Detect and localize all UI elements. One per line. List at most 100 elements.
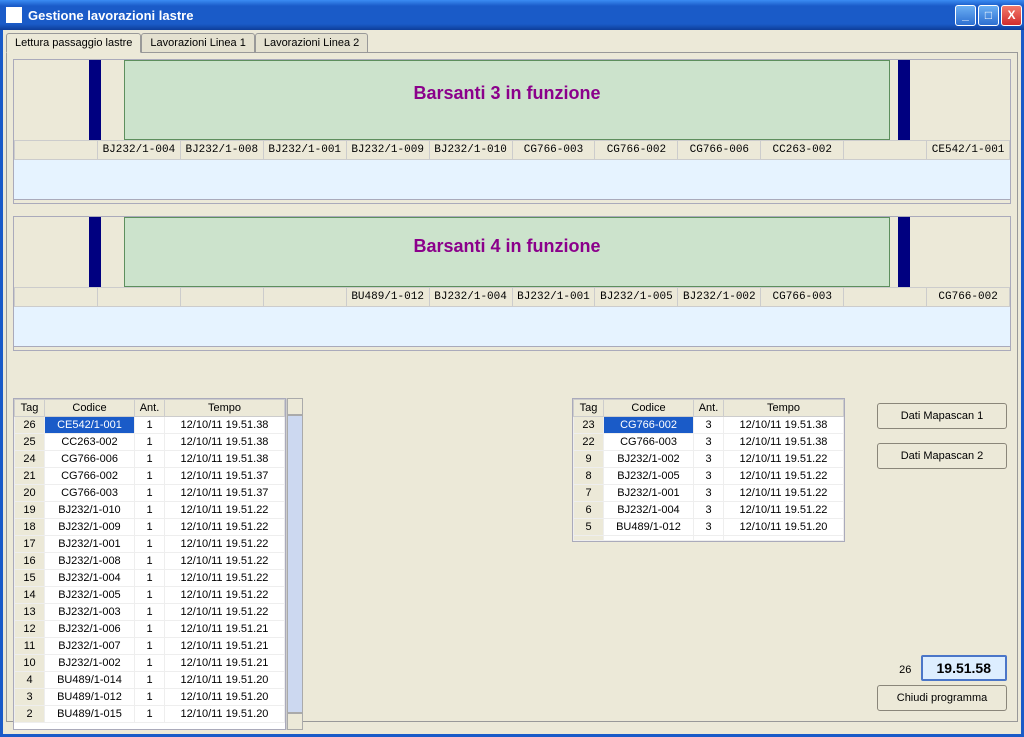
col-ant[interactable]: Ant. [694, 400, 724, 417]
close-button[interactable]: X [1001, 5, 1022, 26]
cell-tempo: 12/10/11 19.51.20 [165, 706, 285, 723]
table-row[interactable]: 3BU489/1-012112/10/11 19.51.20 [15, 689, 285, 706]
table-row[interactable]: 11BJ232/1-007112/10/11 19.51.21 [15, 638, 285, 655]
grid-left-wrap: Tag Codice Ant. Tempo 26CE542/1-001112/1… [13, 398, 303, 730]
table-row[interactable]: 25CC263-002112/10/11 19.51.38 [15, 434, 285, 451]
cell-codice: BJ232/1-005 [45, 587, 135, 604]
col-codice[interactable]: Codice [604, 400, 694, 417]
cell-codice: BU489/1-014 [45, 672, 135, 689]
col-codice[interactable]: Codice [45, 400, 135, 417]
cell-codice: BJ232/1-005 [604, 468, 694, 485]
table-row[interactable]: 18BJ232/1-009112/10/11 19.51.22 [15, 519, 285, 536]
table-row[interactable]: 7BJ232/1-001312/10/11 19.51.22 [574, 485, 844, 502]
cell-ant: 3 [694, 502, 724, 519]
conveyor-barsanti4: Barsanti 4 in funzione BU489/1-012BJ232/… [13, 216, 1011, 351]
slab-slot: BJ232/1-001 [264, 141, 347, 159]
cell-tag: 26 [15, 417, 45, 434]
scroll-down-icon[interactable] [287, 713, 303, 730]
table-row[interactable]: 2BU489/1-015112/10/11 19.51.20 [15, 706, 285, 723]
scroll-up-icon[interactable] [287, 398, 303, 415]
dati-mapascan-1-button[interactable]: Dati Mapascan 1 [877, 403, 1007, 429]
table-row[interactable] [574, 536, 844, 541]
cell-tag: 12 [15, 621, 45, 638]
cell-tempo: 12/10/11 19.51.38 [165, 417, 285, 434]
table-row[interactable]: 4BU489/1-014112/10/11 19.51.20 [15, 672, 285, 689]
cell-codice: CG766-003 [45, 485, 135, 502]
scroll-thumb[interactable] [287, 415, 303, 713]
minimize-button[interactable]: _ [955, 5, 976, 26]
cell-ant: 3 [694, 485, 724, 502]
post-icon [89, 60, 101, 140]
tab-linea2[interactable]: Lavorazioni Linea 2 [255, 33, 368, 53]
grid-left[interactable]: Tag Codice Ant. Tempo 26CE542/1-001112/1… [14, 399, 285, 723]
cell-ant [694, 536, 724, 541]
post-icon [898, 60, 910, 140]
cell-tag: 13 [15, 604, 45, 621]
tab-page-lettura: Barsanti 3 in funzione BJ232/1-004 BJ232/… [6, 52, 1018, 722]
slab-slot: BJ232/1-005 [595, 288, 678, 306]
cell-tag: 10 [15, 655, 45, 672]
col-ant[interactable]: Ant. [135, 400, 165, 417]
slab-slot: CG766-003 [513, 141, 596, 159]
table-row[interactable]: 9BJ232/1-002312/10/11 19.51.22 [574, 451, 844, 468]
cell-ant: 1 [135, 621, 165, 638]
cell-tag: 11 [15, 638, 45, 655]
table-row[interactable]: 14BJ232/1-005112/10/11 19.51.22 [15, 587, 285, 604]
table-row[interactable]: 21CG766-002112/10/11 19.51.37 [15, 468, 285, 485]
cell-codice: BJ232/1-004 [604, 502, 694, 519]
cell-tag: 20 [15, 485, 45, 502]
chiudi-programma-button[interactable]: Chiudi programma [877, 685, 1007, 711]
cell-tag: 2 [15, 706, 45, 723]
cell-tempo: 12/10/11 19.51.38 [724, 417, 844, 434]
col-tag[interactable]: Tag [15, 400, 45, 417]
cell-ant: 3 [694, 434, 724, 451]
cell-ant: 1 [135, 672, 165, 689]
table-row[interactable]: 5BU489/1-012312/10/11 19.51.20 [574, 519, 844, 536]
cell-ant: 1 [135, 451, 165, 468]
slab-slot: BJ232/1-009 [347, 141, 430, 159]
table-row[interactable]: 23CG766-002312/10/11 19.51.38 [574, 417, 844, 434]
col-tempo[interactable]: Tempo [165, 400, 285, 417]
cell-tag: 7 [574, 485, 604, 502]
table-row[interactable]: 6BJ232/1-004312/10/11 19.51.22 [574, 502, 844, 519]
cell-codice: CC263-002 [45, 434, 135, 451]
table-row[interactable]: 22CG766-003312/10/11 19.51.38 [574, 434, 844, 451]
tab-linea1[interactable]: Lavorazioni Linea 1 [141, 33, 254, 53]
grid-right[interactable]: Tag Codice Ant. Tempo 23CG766-002312/10/… [573, 399, 844, 541]
col-tag[interactable]: Tag [574, 400, 604, 417]
cell-codice: BU489/1-015 [45, 706, 135, 723]
table-row[interactable]: 24CG766-006112/10/11 19.51.38 [15, 451, 285, 468]
cell-ant: 1 [135, 570, 165, 587]
cell-tempo: 12/10/11 19.51.22 [165, 587, 285, 604]
machine-status-barsanti3: Barsanti 3 in funzione [124, 60, 890, 140]
table-row[interactable]: 13BJ232/1-003112/10/11 19.51.22 [15, 604, 285, 621]
maximize-button[interactable]: □ [978, 5, 999, 26]
cell-ant: 3 [694, 468, 724, 485]
cell-codice: BJ232/1-008 [45, 553, 135, 570]
cell-tag: 24 [15, 451, 45, 468]
table-row[interactable]: 26CE542/1-001112/10/11 19.51.38 [15, 417, 285, 434]
table-row[interactable]: 17BJ232/1-001112/10/11 19.51.22 [15, 536, 285, 553]
table-row[interactable]: 19BJ232/1-010112/10/11 19.51.22 [15, 502, 285, 519]
cell-tempo: 12/10/11 19.51.22 [724, 468, 844, 485]
cell-tag: 9 [574, 451, 604, 468]
table-row[interactable]: 15BJ232/1-004112/10/11 19.51.22 [15, 570, 285, 587]
cell-tempo: 12/10/11 19.51.22 [165, 502, 285, 519]
cell-tempo: 12/10/11 19.51.22 [165, 519, 285, 536]
table-row[interactable]: 12BJ232/1-006112/10/11 19.51.21 [15, 621, 285, 638]
cell-ant: 1 [135, 553, 165, 570]
scrollbar[interactable] [286, 398, 303, 730]
table-row[interactable]: 10BJ232/1-002112/10/11 19.51.21 [15, 655, 285, 672]
cell-ant: 1 [135, 689, 165, 706]
col-tempo[interactable]: Tempo [724, 400, 844, 417]
dati-mapascan-2-button[interactable]: Dati Mapascan 2 [877, 443, 1007, 469]
table-row[interactable]: 16BJ232/1-008112/10/11 19.51.22 [15, 553, 285, 570]
cell-codice: BU489/1-012 [604, 519, 694, 536]
cell-tag: 18 [15, 519, 45, 536]
table-row[interactable]: 8BJ232/1-005312/10/11 19.51.22 [574, 468, 844, 485]
cell-tag: 25 [15, 434, 45, 451]
table-row[interactable]: 20CG766-003112/10/11 19.51.37 [15, 485, 285, 502]
cell-ant: 3 [694, 451, 724, 468]
cell-ant: 1 [135, 434, 165, 451]
tab-lettura[interactable]: Lettura passaggio lastre [6, 33, 141, 53]
